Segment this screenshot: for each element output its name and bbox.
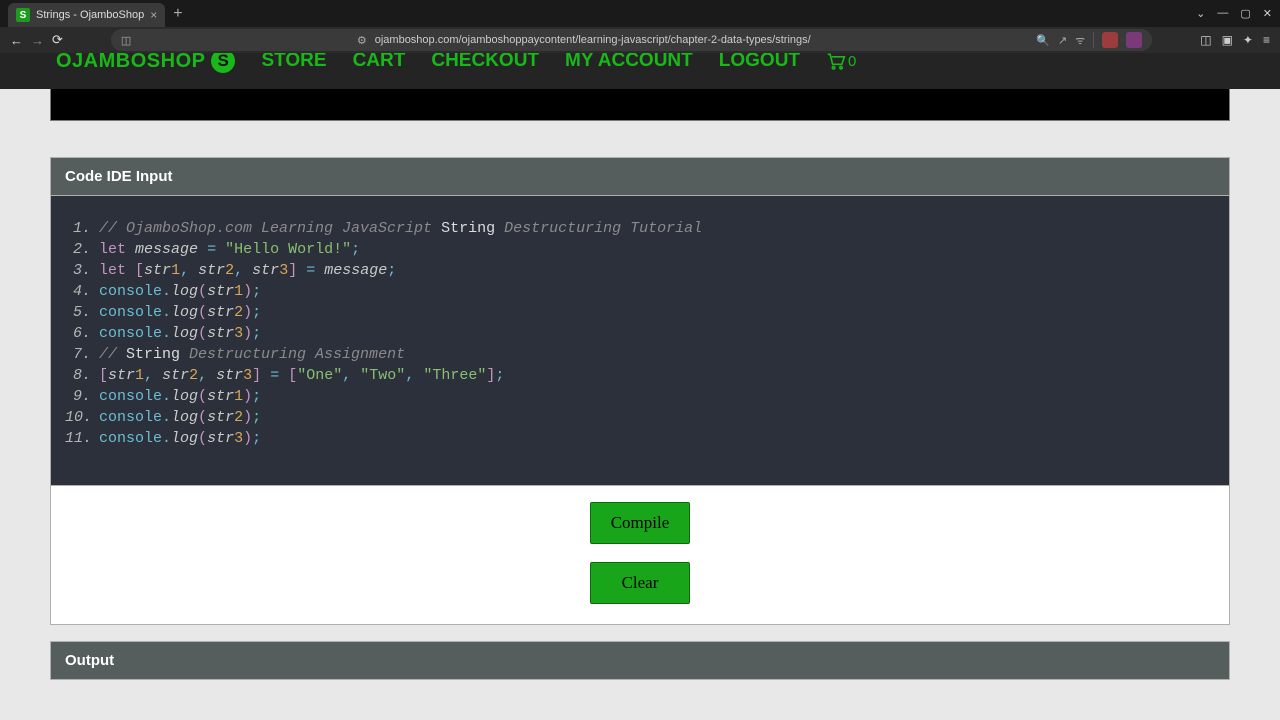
minimize-icon[interactable]: — xyxy=(1217,7,1228,20)
code-content: [str1, str2, str3] = ["One", "Two", "Thr… xyxy=(99,365,1215,386)
code-line: 2.let message = "Hello World!"; xyxy=(65,239,1215,260)
code-content: console.log(str3); xyxy=(99,323,1215,344)
page-scroll[interactable]: 🎁GET 20% OFF Using Code 👉SCHOOL👈 Until E… xyxy=(0,53,1280,720)
favicon-icon: S xyxy=(16,8,30,22)
code-panel-header: Code IDE Input xyxy=(50,157,1230,196)
code-editor[interactable]: 1.// OjamboShop.com Learning JavaScript … xyxy=(50,196,1230,486)
sidepanel-icon[interactable]: ◫ xyxy=(1200,33,1211,47)
code-line: 8.[str1, str2, str3] = ["One", "Two", "T… xyxy=(65,365,1215,386)
sparkle-icon[interactable]: ✦ xyxy=(1243,33,1253,47)
code-line: 7.// String Destructuring Assignment xyxy=(65,344,1215,365)
browser-toolbar: ← → ⟳ ◫ ⚙ ojamboshop.com/ojamboshoppayco… xyxy=(0,27,1280,53)
nav-store[interactable]: STORE xyxy=(261,53,326,72)
code-line: 4.console.log(str1); xyxy=(65,281,1215,302)
toolbar-right: ◫ ▣ ✦ ≡ xyxy=(1200,33,1270,47)
code-line: 1.// OjamboShop.com Learning JavaScript … xyxy=(65,218,1215,239)
close-window-icon[interactable]: ✕ xyxy=(1263,7,1272,20)
code-content: let message = "Hello World!"; xyxy=(99,239,1215,260)
code-content: console.log(str2); xyxy=(99,407,1215,428)
nav-bar: OJAMBOSHOP S STORE CART CHECKOUT MY ACCO… xyxy=(0,53,1280,89)
media-strip xyxy=(50,89,1230,121)
line-number: 9. xyxy=(65,386,99,407)
line-number: 11. xyxy=(65,428,99,449)
browser-tab[interactable]: S Strings - OjamboShop × xyxy=(8,3,165,27)
window-controls: ⌄ — ▢ ✕ xyxy=(1196,7,1272,20)
cart-icon xyxy=(826,53,846,70)
rss-icon[interactable]: ᯤ xyxy=(1075,33,1085,48)
nav-cart[interactable]: CART xyxy=(353,53,406,72)
panel-icon[interactable]: ▣ xyxy=(1222,33,1233,47)
url-text: ojamboshop.com/ojamboshoppaycontent/lear… xyxy=(375,34,811,46)
line-number: 5. xyxy=(65,302,99,323)
cart-count: 0 xyxy=(848,53,856,70)
code-content: // OjamboShop.com Learning JavaScript St… xyxy=(99,218,1215,239)
line-number: 1. xyxy=(65,218,99,239)
line-number: 2. xyxy=(65,239,99,260)
chevron-down-icon[interactable]: ⌄ xyxy=(1196,7,1205,20)
address-bar[interactable]: ◫ ⚙ ojamboshop.com/ojamboshoppaycontent/… xyxy=(111,29,1152,51)
code-content: // String Destructuring Assignment xyxy=(99,344,1215,365)
nav-arrows: ← → xyxy=(10,33,44,48)
tab-title: Strings - OjamboShop xyxy=(36,9,144,21)
line-number: 4. xyxy=(65,281,99,302)
extension-icon-1[interactable] xyxy=(1102,32,1118,48)
code-content: console.log(str1); xyxy=(99,281,1215,302)
content-area: Code IDE Input 1.// OjamboShop.com Learn… xyxy=(0,89,1280,680)
brand-text: OJAMBOSHOP xyxy=(56,53,205,73)
brand-icon: S xyxy=(211,53,235,73)
compile-button[interactable]: Compile xyxy=(590,502,690,544)
code-line: 10.console.log(str2); xyxy=(65,407,1215,428)
code-content: console.log(str1); xyxy=(99,386,1215,407)
site-header: 🎁GET 20% OFF Using Code 👉SCHOOL👈 Until E… xyxy=(0,53,1280,89)
code-line: 5.console.log(str2); xyxy=(65,302,1215,323)
extension-icon-2[interactable] xyxy=(1126,32,1142,48)
close-tab-icon[interactable]: × xyxy=(150,8,157,22)
reload-button[interactable]: ⟳ xyxy=(52,32,63,48)
code-content: let [str1, str2, str3] = message; xyxy=(99,260,1215,281)
line-number: 6. xyxy=(65,323,99,344)
back-button[interactable]: ← xyxy=(10,33,23,48)
forward-button[interactable]: → xyxy=(31,33,44,48)
code-line: 3.let [str1, str2, str3] = message; xyxy=(65,260,1215,281)
code-line: 9.console.log(str1); xyxy=(65,386,1215,407)
separator xyxy=(1093,32,1094,48)
zoom-icon[interactable]: 🔍 xyxy=(1036,34,1050,47)
bookmark-icon[interactable]: ◫ xyxy=(121,34,131,47)
site-info-icon[interactable]: ⚙ xyxy=(357,34,367,47)
code-line: 6.console.log(str3); xyxy=(65,323,1215,344)
line-number: 7. xyxy=(65,344,99,365)
code-content: console.log(str2); xyxy=(99,302,1215,323)
menu-icon[interactable]: ≡ xyxy=(1263,33,1270,47)
browser-chrome: S Strings - OjamboShop × + ⌄ — ▢ ✕ ← → ⟳… xyxy=(0,0,1280,53)
share-icon[interactable]: ↗ xyxy=(1058,34,1067,47)
nav-checkout[interactable]: CHECKOUT xyxy=(431,53,539,72)
output-panel-header: Output xyxy=(50,641,1230,680)
cart-widget[interactable]: 0 xyxy=(826,53,856,70)
line-number: 3. xyxy=(65,260,99,281)
button-row: Compile Clear xyxy=(50,486,1230,625)
brand-logo[interactable]: OJAMBOSHOP S xyxy=(56,53,235,73)
code-content: console.log(str3); xyxy=(99,428,1215,449)
line-number: 10. xyxy=(65,407,99,428)
code-line: 11.console.log(str3); xyxy=(65,428,1215,449)
nav-account[interactable]: MY ACCOUNT xyxy=(565,53,693,72)
line-number: 8. xyxy=(65,365,99,386)
nav-logout[interactable]: LOGOUT xyxy=(719,53,800,72)
clear-button[interactable]: Clear xyxy=(590,562,690,604)
new-tab-button[interactable]: + xyxy=(173,5,182,23)
maximize-icon[interactable]: ▢ xyxy=(1240,7,1250,20)
tab-bar: S Strings - OjamboShop × + ⌄ — ▢ ✕ xyxy=(0,0,1280,27)
